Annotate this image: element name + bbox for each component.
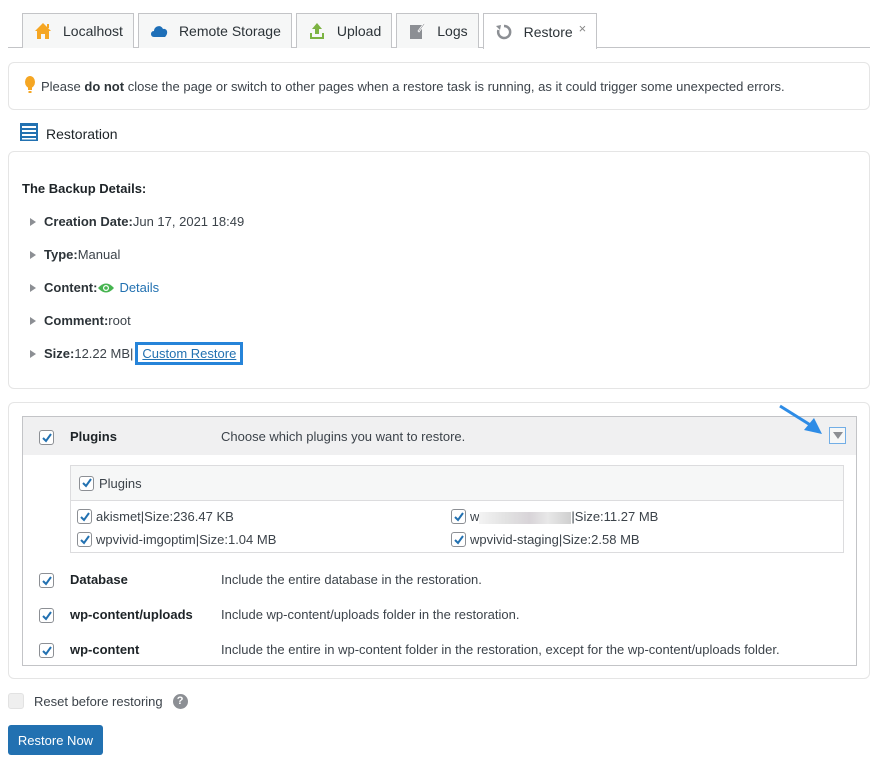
warning-notice: Please do not close the page or switch t… — [8, 62, 870, 110]
plugin-checkbox[interactable] — [77, 532, 92, 547]
tab-bar: Localhost Remote Storage Upload Logs Res… — [8, 13, 870, 49]
restore-options-panel: Plugins Choose which plugins you want to… — [8, 402, 870, 679]
section-title: Restoration — [20, 123, 118, 144]
caret-right-icon — [30, 217, 36, 226]
expand-toggle-button[interactable] — [829, 427, 846, 444]
option-name: Database — [70, 572, 128, 587]
tab-label: Restore — [523, 23, 573, 40]
restore-now-button[interactable]: Restore Now — [8, 725, 103, 755]
tab-remote-storage[interactable]: Remote Storage — [137, 13, 292, 48]
restore-icon — [494, 22, 514, 42]
plugin-checkbox[interactable] — [451, 532, 466, 547]
database-checkbox[interactable] — [39, 573, 54, 588]
reset-option: Reset before restoring ? — [8, 693, 188, 709]
backup-details-panel: The Backup Details: Creation Date: Jun 1… — [8, 151, 870, 389]
checkmark-icon — [41, 645, 52, 656]
plugins-select-all-checkbox[interactable] — [79, 475, 94, 491]
caret-right-icon — [30, 283, 36, 292]
plugin-checkbox[interactable] — [451, 509, 466, 524]
detail-size: Size: 12.22 MB | Custom Restore — [30, 342, 244, 365]
plugin-item: akismet|Size:236.47 KB — [77, 509, 234, 524]
option-name: Plugins — [70, 429, 117, 444]
plugin-list-header: Plugins — [71, 466, 843, 501]
plugins-checkbox[interactable] — [39, 430, 54, 445]
upload-icon — [307, 21, 327, 41]
help-icon[interactable]: ? — [172, 693, 188, 709]
tab-label: Remote Storage — [178, 23, 281, 39]
checkmark-icon — [79, 511, 90, 522]
option-description: Include wp-content/uploads folder in the… — [221, 607, 520, 622]
option-description: Choose which plugins you want to restore… — [221, 429, 466, 444]
list-icon — [20, 123, 38, 144]
home-icon — [33, 21, 53, 41]
restore-options-list: Plugins Choose which plugins you want to… — [22, 416, 857, 666]
custom-restore-link[interactable]: Custom Restore — [135, 342, 244, 365]
option-description: Include the entire database in the resto… — [221, 572, 482, 587]
reset-label: Reset before restoring — [34, 693, 163, 709]
checkmark-icon — [81, 478, 92, 488]
checkmark-icon — [41, 575, 52, 586]
eye-icon — [97, 282, 115, 294]
redacted-text — [479, 511, 572, 524]
page-title: Restoration — [46, 125, 118, 142]
plugin-item: wpvivid-staging|Size:2.58 MB — [451, 532, 640, 547]
option-name: wp-content/uploads — [70, 607, 193, 622]
tab-label: Upload — [336, 23, 382, 39]
checkmark-icon — [41, 610, 52, 621]
logs-icon — [407, 21, 427, 41]
tab-logs[interactable]: Logs — [396, 13, 479, 48]
details-link[interactable]: Details — [119, 280, 159, 295]
tab-upload[interactable]: Upload — [295, 13, 393, 48]
tab-label: Localhost — [63, 23, 123, 39]
wp-content-checkbox[interactable] — [39, 643, 54, 658]
close-icon[interactable]: × — [579, 21, 587, 36]
option-name: wp-content — [70, 642, 140, 657]
checkmark-icon — [453, 534, 464, 545]
lightbulb-icon — [25, 75, 35, 97]
plugin-item: w |Size:11.27 MB — [451, 509, 658, 524]
tab-restore[interactable]: Restore × — [482, 13, 598, 49]
plugin-list: Plugins akismet|Size:236.47 KB w |Size:11… — [70, 465, 844, 553]
option-description: Include the entire in wp-content folder … — [221, 642, 780, 657]
cloud-icon — [149, 21, 169, 41]
detail-creation-date: Creation Date: Jun 17, 2021 18:49 — [30, 214, 244, 229]
details-heading: The Backup Details: — [22, 181, 147, 196]
plugin-item: wpvivid-imgoptim|Size:1.04 MB — [77, 532, 276, 547]
tab-label: Logs — [437, 23, 468, 39]
notice-text: Please do not close the page or switch t… — [41, 78, 785, 94]
annotation-arrow-icon — [779, 404, 822, 434]
plugins-option-row: Plugins Choose which plugins you want to… — [23, 417, 856, 455]
triangle-down-icon — [832, 432, 843, 439]
checkmark-icon — [41, 432, 52, 443]
detail-type: Type: Manual — [30, 247, 120, 262]
detail-comment: Comment: root — [30, 313, 131, 328]
checkmark-icon — [453, 511, 464, 522]
tab-localhost[interactable]: Localhost — [22, 13, 134, 48]
detail-content: Content: Details — [30, 280, 159, 295]
caret-right-icon — [30, 349, 36, 358]
plugin-checkbox[interactable] — [77, 509, 92, 524]
caret-right-icon — [30, 316, 36, 325]
checkmark-icon — [79, 534, 90, 545]
caret-right-icon — [30, 250, 36, 259]
reset-checkbox[interactable] — [8, 693, 24, 709]
uploads-checkbox[interactable] — [39, 608, 54, 623]
